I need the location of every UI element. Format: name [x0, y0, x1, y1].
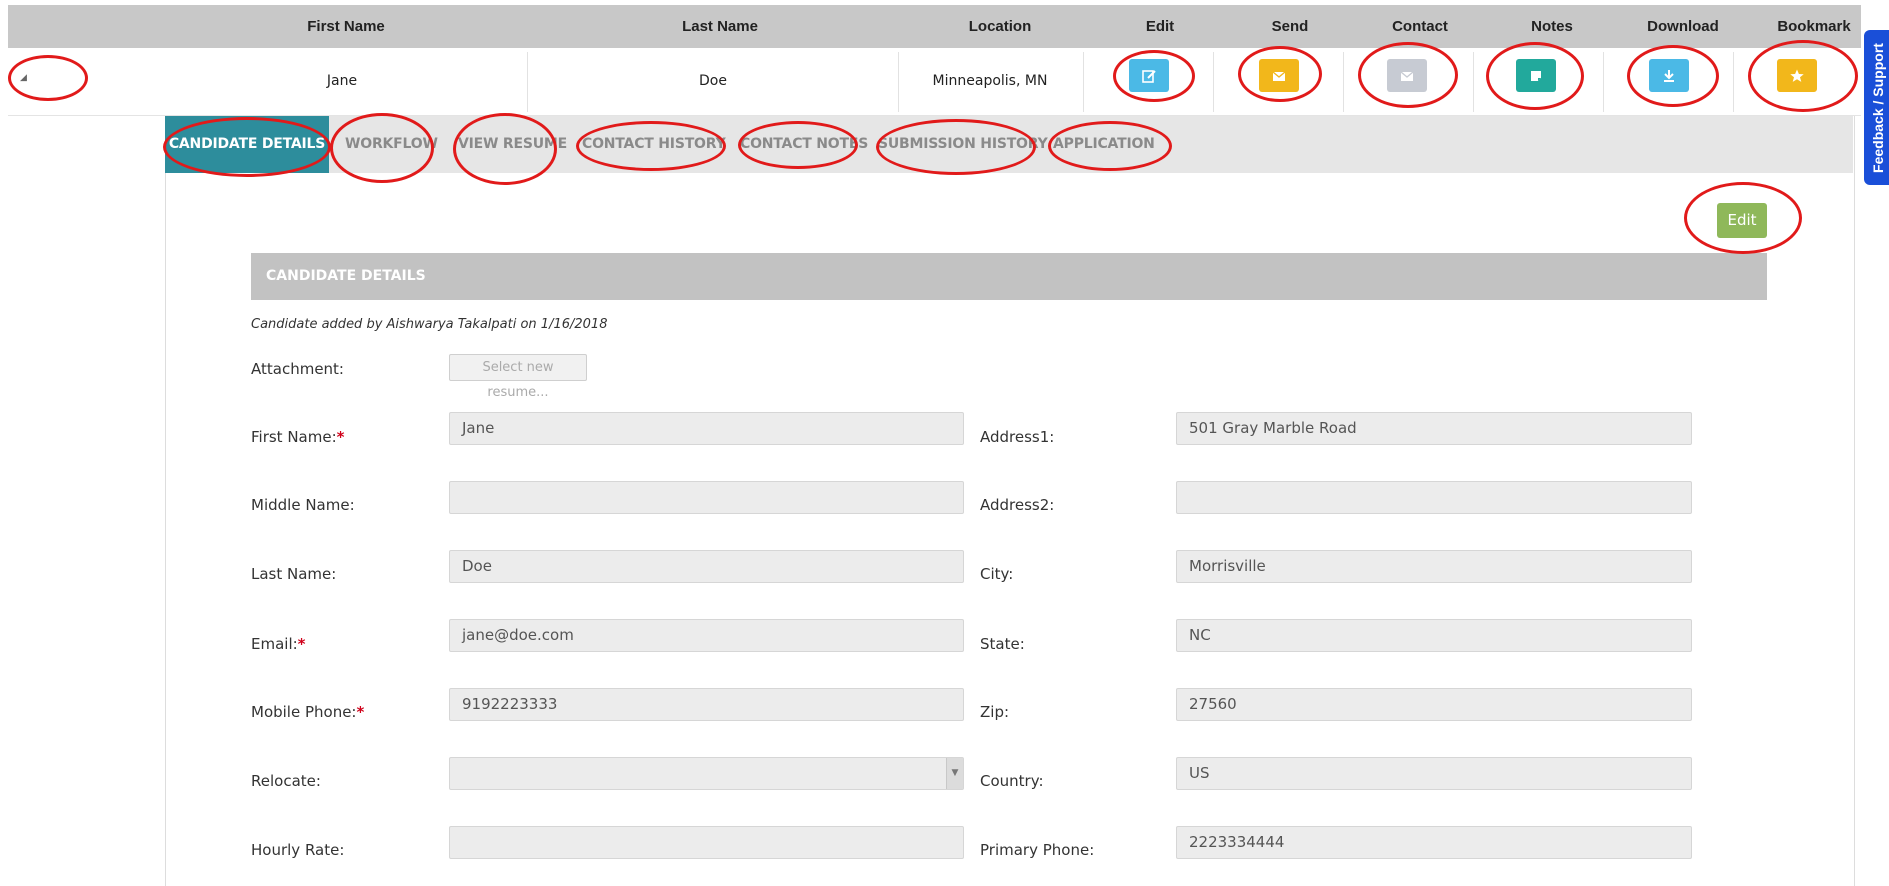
state-label: State:: [980, 635, 1025, 653]
added-note: Candidate added by Aishwarya Takalpati o…: [251, 317, 608, 332]
middle-name-label: Middle Name:: [251, 496, 355, 514]
bookmark-button[interactable]: [1777, 59, 1817, 92]
state-field[interactable]: NC: [1176, 619, 1692, 652]
download-icon: [1664, 69, 1674, 82]
city-label: City:: [980, 565, 1014, 583]
tab-candidate-details[interactable]: CANDIDATE DETAILS: [165, 116, 329, 173]
hourly-rate-field[interactable]: [449, 826, 964, 859]
envelope-icon: [1400, 71, 1414, 81]
last-name-label: Last Name:: [251, 565, 337, 583]
column-contact: Contact: [1392, 18, 1448, 35]
first-name-label: First Name:*: [251, 428, 345, 446]
select-resume-button[interactable]: Select new resume...: [449, 354, 587, 400]
send-button[interactable]: [1259, 59, 1299, 92]
cell-last-name: Doe: [699, 73, 727, 89]
contact-button[interactable]: [1387, 59, 1427, 92]
country-label: Country:: [980, 772, 1044, 790]
download-button[interactable]: [1649, 59, 1689, 92]
address1-label: Address1:: [980, 428, 1055, 446]
tab-submission-history[interactable]: SUBMISSION HISTORY: [878, 116, 1048, 173]
column-first-name[interactable]: First Name: [246, 5, 446, 48]
divider: [898, 52, 899, 112]
zip-field[interactable]: 27560: [1176, 688, 1692, 721]
first-name-field[interactable]: Jane: [449, 412, 964, 445]
divider: [1343, 52, 1344, 112]
address2-field[interactable]: [1176, 481, 1692, 514]
relocate-label: Relocate:: [251, 772, 321, 790]
relocate-select[interactable]: ▼: [449, 757, 964, 790]
divider: [1213, 52, 1214, 112]
tab-contact-history[interactable]: CONTACT HISTORY: [582, 116, 726, 173]
cell-first-name: Jane: [326, 73, 358, 89]
edit-icon: [1142, 69, 1156, 83]
address1-field[interactable]: 501 Gray Marble Road: [1176, 412, 1692, 445]
section-header: CANDIDATE DETAILS: [251, 253, 1767, 300]
divider: [527, 52, 528, 112]
required-marker: *: [297, 635, 306, 653]
star-icon: [1790, 69, 1804, 82]
feedback-label: Feedback / Support: [1869, 42, 1886, 173]
middle-name-field[interactable]: [449, 481, 964, 514]
column-send: Send: [1271, 18, 1309, 35]
mobile-phone-label: Mobile Phone:*: [251, 703, 365, 721]
primary-phone-label: Primary Phone:: [980, 841, 1095, 859]
divider: [1733, 52, 1734, 112]
attachment-label: Attachment:: [251, 360, 344, 378]
tab-application[interactable]: APPLICATION: [1053, 116, 1155, 173]
email-field[interactable]: jane@doe.com: [449, 619, 964, 652]
country-field[interactable]: US: [1176, 757, 1692, 790]
notes-button[interactable]: [1516, 59, 1556, 92]
address2-label: Address2:: [980, 496, 1055, 514]
collapse-arrow-icon[interactable]: ◢: [20, 73, 27, 83]
hourly-rate-label: Hourly Rate:: [251, 841, 345, 859]
email-label: Email:*: [251, 635, 306, 653]
column-location[interactable]: Location: [900, 5, 1100, 48]
last-name-field[interactable]: Doe: [449, 550, 964, 583]
required-marker: *: [356, 703, 365, 721]
tab-contact-notes[interactable]: CONTACT NOTES: [740, 116, 868, 173]
primary-phone-field[interactable]: 2223334444: [1176, 826, 1692, 859]
column-bookmark: Bookmark: [1777, 18, 1851, 35]
divider: [1603, 52, 1604, 112]
chevron-down-icon[interactable]: ▼: [946, 758, 963, 789]
column-notes: Notes: [1531, 18, 1573, 35]
envelope-icon: [1272, 71, 1286, 81]
city-field[interactable]: Morrisville: [1176, 550, 1692, 583]
tab-view-resume[interactable]: VIEW RESUME: [458, 116, 567, 173]
edit-button[interactable]: Edit: [1717, 203, 1767, 238]
zip-label: Zip:: [980, 703, 1010, 721]
cell-location: Minneapolis, MN: [932, 73, 1048, 89]
edit-candidate-button[interactable]: [1129, 59, 1169, 92]
required-marker: *: [336, 428, 345, 446]
column-download: Download: [1647, 18, 1719, 35]
feedback-support-tab[interactable]: Feedback / Support: [1864, 30, 1889, 185]
divider: [1473, 52, 1474, 112]
column-edit: Edit: [1145, 18, 1175, 35]
note-icon: [1531, 70, 1541, 81]
tab-workflow[interactable]: WORKFLOW: [345, 116, 438, 173]
divider: [1083, 52, 1084, 112]
column-last-name[interactable]: Last Name: [620, 5, 820, 48]
mobile-phone-field[interactable]: 9192223333: [449, 688, 964, 721]
